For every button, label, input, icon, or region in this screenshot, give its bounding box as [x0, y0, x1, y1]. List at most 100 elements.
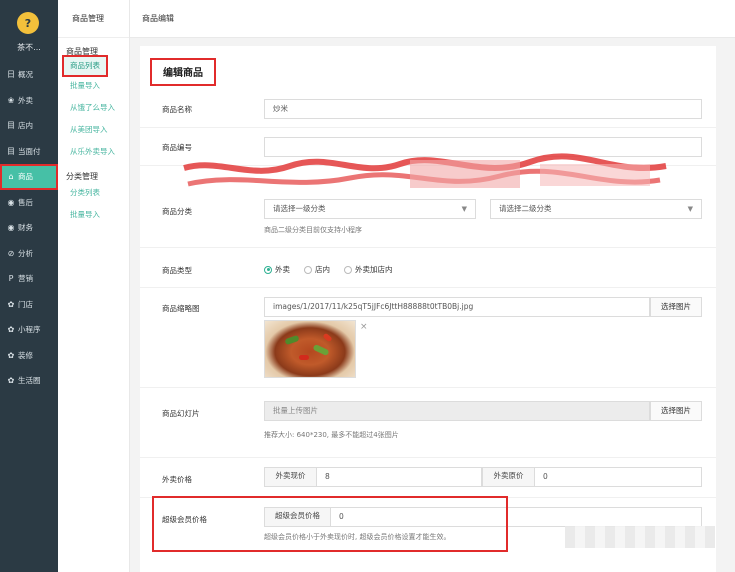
dine-in-icon: 目 — [7, 121, 15, 131]
nav-overview[interactable]: 日概况 — [0, 62, 58, 88]
takeout-current-price-input[interactable]: 外卖现价 8 — [264, 467, 482, 487]
nav-face-pay[interactable]: 目当面付 — [0, 139, 58, 165]
subnav-batch-import[interactable]: 批量导入 — [58, 75, 129, 97]
image-shape — [284, 334, 300, 346]
goods-name-label: 商品名称 — [162, 105, 192, 114]
select-slides-button[interactable]: 选择图片 — [650, 401, 702, 421]
category-level2-value: 请选择二级分类 — [499, 204, 552, 213]
takeout-icon: ❀ — [7, 95, 15, 105]
nav-label: 装修 — [18, 350, 33, 360]
nav-label: 生活圈 — [18, 376, 41, 386]
radio-unchecked-icon — [304, 265, 312, 274]
goods-icon: ⌂ — [8, 172, 14, 182]
nav-dine-in[interactable]: 目店内 — [0, 113, 58, 139]
page-title: 编辑商品 — [150, 58, 216, 86]
select-thumb-button[interactable]: 选择图片 — [650, 297, 702, 317]
app-root: ? 茶不... 日概况 ❀ 外卖 目店内 目当面付 ⌂ 商品 ◉ 售后 ◉ 财务 ⊘ 分析… — [0, 0, 735, 572]
highlight-vip-price — [152, 496, 508, 552]
remove-thumb-icon[interactable]: × — [360, 322, 368, 332]
nav-label: 概况 — [18, 70, 33, 80]
subnav-import-meituan[interactable]: 从美团导入 — [58, 119, 129, 141]
subnav-group-goods: 商品管理 — [66, 47, 98, 56]
nav-label: 小程序 — [18, 325, 41, 335]
radio-unchecked-icon — [344, 265, 352, 274]
current-price-value: 8 — [325, 472, 330, 481]
takeout-original-price-input[interactable]: 外卖原价 0 — [482, 467, 702, 487]
life-circle-icon: ✿ — [7, 376, 15, 386]
category-level2-select[interactable]: 请选择二级分类 ▼ — [490, 199, 702, 219]
decoration-icon: ✿ — [7, 350, 15, 360]
current-price-addon: 外卖现价 — [265, 468, 317, 486]
category-hint: 商品二级分类目前仅支持小程序 — [264, 226, 362, 234]
takeout-price-label: 外卖价格 — [162, 475, 192, 484]
type-radio-dine-in[interactable]: 店内 — [304, 264, 330, 275]
category-level1-select[interactable]: 请选择一级分类 ▼ — [264, 199, 476, 219]
radio-checked-icon — [264, 265, 272, 274]
nav-analysis[interactable]: ⊘ 分析 — [0, 241, 58, 267]
subnav-category-import[interactable]: 批量导入 — [58, 204, 129, 226]
nav-decoration[interactable]: ✿ 装修 — [0, 343, 58, 369]
nav-label: 商品 — [18, 172, 33, 182]
main-nav: 日概况 ❀ 外卖 目店内 目当面付 ⌂ 商品 ◉ 售后 ◉ 财务 ⊘ 分析 P 营销 ✿ 门店… — [0, 62, 58, 394]
store-name[interactable]: 茶不... — [0, 42, 58, 53]
breadcrumb: 商品编辑 — [142, 14, 174, 23]
slides-hint: 推荐大小: 640*230, 最多不能超过4张图片 — [264, 431, 399, 439]
subnav-import-eleme[interactable]: 从饿了么导入 — [58, 97, 129, 119]
top-bar: 商品编辑 — [130, 0, 735, 38]
mini-program-icon: ✿ — [7, 325, 15, 335]
type-radio-both[interactable]: 外卖加店内 — [344, 264, 393, 275]
nav-label: 门店 — [18, 299, 33, 309]
goods-type-label: 商品类型 — [162, 266, 192, 275]
nav-goods[interactable]: ⌂ 商品 — [0, 164, 58, 190]
store-logo-icon[interactable]: ? — [17, 12, 39, 34]
chevron-down-icon: ▼ — [687, 205, 693, 213]
goods-thumb-label: 商品缩略图 — [162, 304, 200, 313]
nav-finance[interactable]: ◉ 财务 — [0, 215, 58, 241]
after-sales-icon: ◉ — [7, 197, 15, 207]
goods-slides-label: 商品幻灯片 — [162, 409, 200, 418]
nav-life-circle[interactable]: ✿ 生活圈 — [0, 368, 58, 394]
goods-category-label: 商品分类 — [162, 207, 192, 216]
nav-stores[interactable]: ✿ 门店 — [0, 292, 58, 318]
subnav-goods-list[interactable]: 商品列表 — [62, 55, 108, 77]
slides-upload-input[interactable]: 批量上传图片 — [264, 401, 650, 421]
stores-icon: ✿ — [7, 299, 15, 309]
original-price-addon: 外卖原价 — [483, 468, 535, 486]
nav-label: 财务 — [18, 223, 33, 233]
row-goods-name: 商品名称 炒米 — [140, 90, 716, 128]
nav-takeout[interactable]: ❀ 外卖 — [0, 88, 58, 114]
row-goods-slides: 商品幻灯片 批量上传图片 选择图片 推荐大小: 640*230, 最多不能超过4… — [140, 388, 716, 458]
nav-label: 店内 — [18, 121, 33, 131]
radio-label: 外卖 — [275, 265, 290, 274]
subnav-category-list[interactable]: 分类列表 — [58, 182, 129, 204]
main-sidebar: ? 茶不... 日概况 ❀ 外卖 目店内 目当面付 ⌂ 商品 ◉ 售后 ◉ 财务 ⊘ 分析… — [0, 0, 58, 572]
subnav-import-lewaimai[interactable]: 从乐外卖导入 — [58, 141, 129, 163]
nav-label: 当面付 — [18, 146, 41, 156]
radio-label: 店内 — [315, 265, 330, 274]
nav-marketing[interactable]: P 营销 — [0, 266, 58, 292]
face-pay-icon: 目 — [7, 146, 15, 156]
row-goods-thumb: 商品缩略图 images/1/2017/11/k25qT5jJFc6JttH88… — [140, 288, 716, 388]
nav-after-sales[interactable]: ◉ 售后 — [0, 190, 58, 216]
nav-label: 售后 — [18, 197, 33, 207]
image-shape — [312, 343, 330, 357]
goods-name-input[interactable]: 炒米 — [264, 99, 702, 119]
subnav-header: 商品管理 — [58, 0, 129, 38]
nav-mini-program[interactable]: ✿ 小程序 — [0, 317, 58, 343]
chevron-down-icon: ▼ — [461, 205, 467, 213]
marketing-icon: P — [8, 274, 14, 284]
category-level1-value: 请选择一级分类 — [273, 204, 326, 213]
image-shape — [322, 332, 333, 343]
radio-label: 外卖加店内 — [355, 265, 393, 274]
edit-goods-form: 编辑商品 商品名称 炒米 商品编号 商品分类 请选择一级分类 ▼ 请选择二级分类 ▼… — [140, 46, 716, 572]
row-goods-type: 商品类型 外卖 店内 外卖加店内 — [140, 248, 716, 288]
nav-label: 营销 — [18, 274, 33, 284]
goods-thumbnail-image — [264, 320, 356, 378]
nav-label: 分析 — [18, 248, 33, 258]
original-price-value: 0 — [543, 472, 548, 481]
finance-icon: ◉ — [7, 223, 15, 233]
thumb-path-input[interactable]: images/1/2017/11/k25qT5jJFc6JttH88888t0t… — [264, 297, 650, 317]
redacted-area — [565, 526, 715, 548]
redaction-scribble — [183, 153, 667, 188]
type-radio-takeout[interactable]: 外卖 — [264, 264, 290, 275]
